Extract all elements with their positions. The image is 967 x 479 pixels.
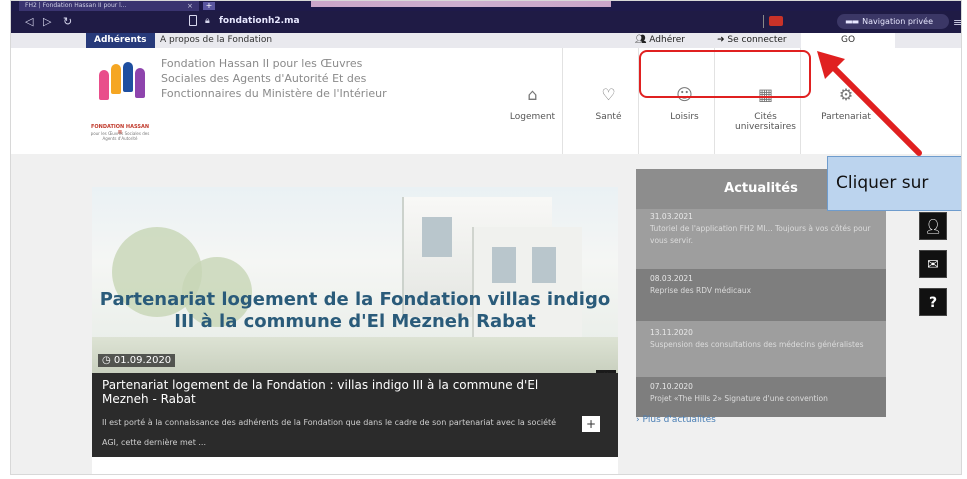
news-item[interactable]: 13.11.2020 Suspension des consultations … (636, 323, 886, 377)
members-link[interactable]: Adhérents (86, 33, 155, 48)
help-icon[interactable]: ? (919, 288, 947, 316)
news-date: 13.11.2020 (650, 328, 693, 337)
logo-subcaption: pour les Œuvres Sociales des Agents d'Au… (90, 131, 150, 141)
join-link[interactable]: 👥︎ Adhérer (635, 33, 685, 48)
heartbeat-icon: ♡ (601, 85, 616, 104)
more-news-link[interactable]: › Plus d'actualités (636, 415, 716, 425)
main-content: Partenariat logement de la Fondation vil… (11, 154, 961, 474)
highlight-box (639, 50, 811, 98)
hero-slider[interactable]: Partenariat logement de la Fondation vil… (92, 187, 618, 474)
news-text: Suspension des consultations des médecin… (650, 340, 864, 349)
login-label: Se connecter (727, 35, 787, 45)
logo-figure (111, 64, 121, 94)
news-item[interactable]: 31.03.2021 Tutoriel de l'application FH2… (636, 211, 886, 269)
hero-caption: Partenariat logement de la Fondation : v… (92, 373, 618, 457)
menu-label: Logement (509, 112, 556, 122)
tab-bar-highlight (311, 1, 611, 7)
hero-date: ◷ 01.09.2020 (98, 354, 176, 367)
lock-icon: 🔒︎ (205, 16, 210, 26)
menu-item-logement[interactable]: ⌂ Logement (503, 48, 563, 154)
clock-icon: ◷ (102, 355, 114, 366)
window-shape (422, 217, 452, 257)
organization-name: Fondation Hassan II pour les Œuvres Soci… (161, 57, 387, 100)
menu-icon[interactable]: ≡ (953, 16, 961, 29)
sign-in-icon: ➜ (717, 35, 728, 45)
user-icon[interactable]: 👤︎ (919, 212, 947, 240)
hero-date-value: 01.09.2020 (113, 355, 172, 366)
news-text: Projet «The Hills 2» Signature d'une con… (650, 394, 828, 403)
private-label: Navigation privée (862, 17, 933, 26)
hero-caption-body: Il est porté à la connaissance des adhér… (102, 418, 557, 447)
extension-icon[interactable] (769, 16, 783, 26)
housing-icon: ⌂ (527, 85, 538, 104)
browser-tab[interactable]: FH2 | Fondation Hassan II pour l... (19, 1, 199, 11)
menu-label: Santé (595, 112, 622, 122)
logo-figure (135, 68, 145, 98)
menu-item-sante[interactable]: ♡ Santé (579, 48, 639, 154)
url-bar[interactable]: fondationh2.ma (219, 16, 300, 26)
expand-button[interactable]: + (582, 416, 600, 432)
screenshot-frame: FH2 | Fondation Hassan II pour l... × + … (10, 0, 962, 475)
join-label: Adhérer (649, 35, 685, 45)
logo-figure (123, 62, 133, 92)
back-arrow-icon[interactable]: ◁ (25, 15, 33, 28)
reload-icon[interactable]: ↻ (63, 15, 72, 28)
foundation-logo[interactable]: FONDATION HASSAN II pour les Œuvres Soci… (89, 58, 151, 142)
menu-label: Loisirs (670, 112, 699, 122)
browser-nav-bar: ◁ ▷ ↻ 🔒︎ fondationh2.ma ▬▬ Navigation pri… (11, 11, 961, 33)
news-date: 31.03.2021 (650, 212, 693, 221)
forward-arrow-icon[interactable]: ▷ (43, 15, 51, 28)
news-date: 08.03.2021 (650, 274, 693, 283)
arrow-shaft (826, 60, 922, 156)
close-tab-icon[interactable]: × (187, 1, 193, 11)
window-shape (492, 247, 516, 283)
news-date: 07.10.2020 (650, 382, 693, 391)
private-mask-icon: ▬▬ (845, 17, 859, 26)
mail-icon[interactable]: ✉ (919, 250, 947, 278)
instruction-callout: Cliquer sur (827, 156, 961, 211)
login-link[interactable]: ➜ Se connecter (717, 33, 787, 48)
menu-label: Cités universitaires (735, 112, 796, 132)
news-text: Reprise des RDV médicaux (650, 286, 752, 295)
bookmark-icon[interactable] (189, 15, 197, 26)
news-text: Tutoriel de l'application FH2 MI... Touj… (650, 224, 871, 245)
hero-title: Partenariat logement de la Fondation vil… (99, 289, 611, 332)
pointer-arrow (817, 51, 922, 156)
news-item[interactable]: 08.03.2021 Reprise des RDV médicaux (636, 269, 886, 321)
tab-title: FH2 | Fondation Hassan II pour l... (25, 2, 127, 9)
news-item[interactable]: 07.10.2020 Projet «The Hills 2» Signatur… (636, 377, 886, 417)
go-button[interactable]: GO (801, 33, 895, 48)
window-shape (532, 247, 556, 283)
toolbar-divider (763, 15, 764, 28)
browser-tab-bar: FH2 | Fondation Hassan II pour l... × + (11, 1, 961, 11)
users-icon: 👥︎ (635, 35, 650, 45)
hero-caption-title[interactable]: Partenariat logement de la Fondation : v… (102, 378, 572, 406)
new-tab-button[interactable]: + (203, 2, 215, 10)
site-top-bar: Adhérents A propos de la Fondation 👥︎ Ad… (11, 33, 961, 48)
private-browsing-badge: ▬▬ Navigation privée (837, 14, 949, 29)
logo-figure (99, 70, 109, 100)
about-link[interactable]: A propos de la Fondation (160, 33, 272, 48)
hero-image: Partenariat logement de la Fondation vil… (92, 187, 618, 373)
